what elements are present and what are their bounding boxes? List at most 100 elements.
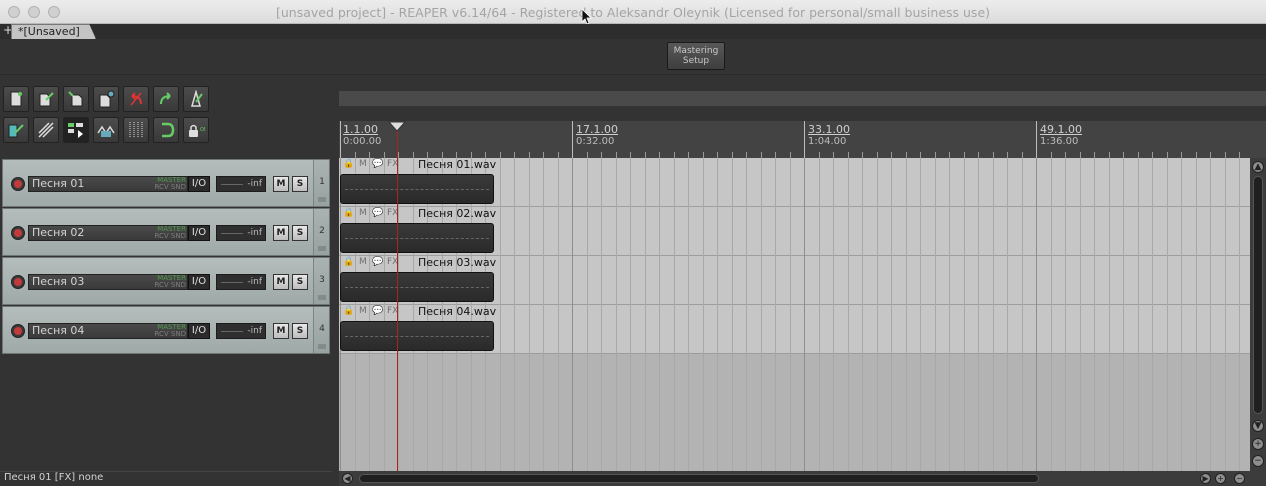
record-arm-icon[interactable] xyxy=(11,226,25,240)
envelope-points-icon xyxy=(97,125,115,137)
grid-line xyxy=(761,158,762,471)
media-item[interactable] xyxy=(340,321,494,351)
io-button[interactable]: I/O xyxy=(188,225,210,241)
item-mute-icon[interactable]: M xyxy=(359,306,367,316)
scroll-up-icon[interactable]: ▲ xyxy=(1252,161,1264,173)
folder-icon[interactable] xyxy=(318,295,326,300)
save-project-button[interactable] xyxy=(63,86,89,112)
media-item[interactable] xyxy=(340,272,494,302)
item-notes-icon[interactable]: 💬 xyxy=(372,257,383,267)
grid-line xyxy=(1022,158,1023,471)
volume-fader[interactable]: -inf xyxy=(216,225,266,241)
horizontal-scrollbar[interactable]: ◀ ▶ + − xyxy=(339,471,1266,486)
media-item[interactable] xyxy=(340,174,494,204)
arrange-view[interactable]: 🔒 M 💬 FX Песня 01.wav 🔒 M 💬 FX Песня 02.… xyxy=(339,158,1250,471)
ripple-edit-button[interactable] xyxy=(33,117,59,143)
scroll-right-icon[interactable]: ▶ xyxy=(1200,473,1211,484)
undo-icon xyxy=(130,92,142,106)
folder-icon[interactable] xyxy=(318,344,326,349)
zoom-out-vertical-icon[interactable]: − xyxy=(1252,455,1264,467)
snap-button[interactable] xyxy=(3,117,29,143)
record-arm-icon[interactable] xyxy=(11,275,25,289)
zoom-in-horizontal-icon[interactable]: + xyxy=(1215,473,1226,484)
io-button[interactable]: I/O xyxy=(188,176,210,192)
grid-line xyxy=(746,158,747,471)
io-button[interactable]: I/O xyxy=(188,323,210,339)
item-mute-icon[interactable]: M xyxy=(359,257,367,267)
item-lock-icon[interactable]: 🔒 xyxy=(343,257,354,267)
item-mute-icon[interactable]: M xyxy=(359,159,367,169)
track-4[interactable]: Песня 04 MASTER RCV SND I/O -inf M S 4 xyxy=(2,306,330,354)
scroll-down-icon[interactable]: ▼ xyxy=(1252,420,1264,432)
routing-label: MASTER RCV SND xyxy=(153,324,187,338)
grid-line xyxy=(819,158,820,471)
open-project-button[interactable] xyxy=(33,86,59,112)
item-lock-icon[interactable]: 🔒 xyxy=(343,159,354,169)
playhead-cursor[interactable] xyxy=(397,131,398,471)
solo-button[interactable]: S xyxy=(292,323,308,339)
mastering-line2: Setup xyxy=(682,56,710,66)
vertical-scrollbar[interactable]: ▲ ▼ + − xyxy=(1250,158,1266,471)
grid-line xyxy=(804,158,805,471)
item-notes-icon[interactable]: 💬 xyxy=(372,159,383,169)
mute-button[interactable]: M xyxy=(273,323,289,339)
item-notes-icon[interactable]: 💬 xyxy=(372,306,383,316)
grouping-button[interactable] xyxy=(63,117,89,143)
horizontal-scroll-thumb[interactable] xyxy=(359,474,1039,483)
track-2[interactable]: Песня 02 MASTER RCV SND I/O -inf M S 2 xyxy=(2,208,330,256)
item-notes-icon[interactable]: 💬 xyxy=(372,208,383,218)
folder-icon[interactable] xyxy=(318,197,326,202)
track-number-strip[interactable]: 2 xyxy=(313,209,329,255)
marker-region-lane[interactable] xyxy=(339,91,1266,106)
grid-line xyxy=(993,158,994,471)
mute-button[interactable]: M xyxy=(273,274,289,290)
redo-button[interactable] xyxy=(153,86,179,112)
volume-fader[interactable]: -inf xyxy=(216,323,266,339)
grid-line xyxy=(732,158,733,471)
io-button[interactable]: I/O xyxy=(188,274,210,290)
volume-fader[interactable]: -inf xyxy=(216,176,266,192)
mastering-line1: Mastering xyxy=(673,46,719,56)
track-1[interactable]: Песня 01 MASTER RCV SND I/O -inf M S 1 xyxy=(2,159,330,207)
grid-line xyxy=(1109,158,1110,471)
item-lock-icon[interactable]: 🔒 xyxy=(343,208,354,218)
solo-button[interactable]: S xyxy=(292,176,308,192)
mute-button[interactable]: M xyxy=(273,176,289,192)
new-project-button[interactable] xyxy=(3,86,29,112)
loop-button[interactable] xyxy=(153,117,179,143)
volume-fader[interactable]: -inf xyxy=(216,274,266,290)
grid-line xyxy=(529,158,530,471)
solo-button[interactable]: S xyxy=(292,274,308,290)
undo-button[interactable] xyxy=(123,86,149,112)
new-project-icon xyxy=(10,91,22,107)
track-3[interactable]: Песня 03 MASTER RCV SND I/O -inf M S 3 xyxy=(2,257,330,305)
grid-line xyxy=(514,158,515,471)
track-number-strip[interactable]: 4 xyxy=(313,307,329,353)
timeline-ruler[interactable]: 1.1.00 0:00.00 17.1.00 0:32.00 33.1.00 1… xyxy=(339,121,1266,158)
grid-button[interactable] xyxy=(123,117,149,143)
media-item[interactable] xyxy=(340,223,494,253)
auto-crossfade-button[interactable]: ON xyxy=(183,117,209,143)
vertical-scroll-thumb[interactable] xyxy=(1253,176,1263,414)
grid-line xyxy=(543,158,544,471)
zoom-in-vertical-icon[interactable]: + xyxy=(1252,438,1264,450)
grid-line xyxy=(1123,158,1124,471)
envelope-points-button[interactable] xyxy=(93,117,119,143)
project-settings-button[interactable] xyxy=(93,86,119,112)
item-lock-icon[interactable]: 🔒 xyxy=(343,306,354,316)
metronome-button[interactable] xyxy=(183,86,209,112)
track-number-strip[interactable]: 3 xyxy=(313,258,329,304)
tab-unsaved-project[interactable]: *[Unsaved] xyxy=(11,24,96,39)
record-arm-icon[interactable] xyxy=(11,324,25,338)
record-arm-icon[interactable] xyxy=(11,177,25,191)
solo-button[interactable]: S xyxy=(292,225,308,241)
grid-line xyxy=(413,158,414,471)
folder-icon[interactable] xyxy=(318,246,326,251)
track-number-strip[interactable]: 1 xyxy=(313,160,329,206)
zoom-out-horizontal-icon[interactable]: − xyxy=(1234,473,1245,484)
mute-button[interactable]: M xyxy=(273,225,289,241)
scroll-left-icon[interactable]: ◀ xyxy=(342,473,353,484)
item-mute-icon[interactable]: M xyxy=(359,208,367,218)
mastering-setup-button[interactable]: Mastering Setup xyxy=(667,42,725,70)
grid-line xyxy=(1080,158,1081,471)
